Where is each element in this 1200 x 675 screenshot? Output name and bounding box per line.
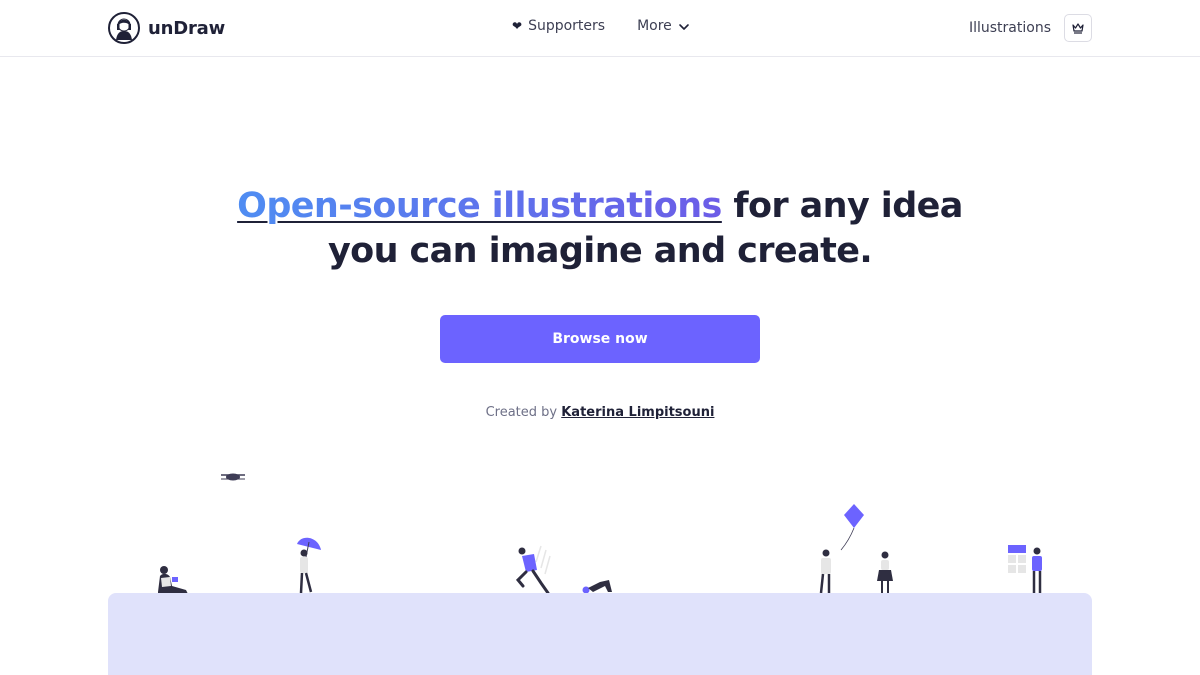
premium-button[interactable]: [1064, 14, 1092, 42]
nav-right: Illustrations: [969, 14, 1092, 42]
crown-icon: [1072, 23, 1084, 34]
running-person-figure: [515, 545, 551, 595]
hero-illustration: [158, 473, 1042, 595]
top-navbar: unDraw ❤ Supporters More Illustrations: [0, 0, 1200, 57]
nav-more-label: More: [637, 18, 672, 34]
nav-more-dropdown[interactable]: More: [637, 18, 690, 34]
nav-supporters-label: Supporters: [528, 18, 606, 34]
board-person-figure: [1008, 545, 1042, 593]
chevron-down-icon: [678, 24, 689, 30]
main-nav: ❤ Supporters More: [512, 18, 690, 34]
kite-couple-figure: [819, 504, 893, 594]
sitting-person-figure: [158, 566, 188, 594]
credit-prefix: Created by: [485, 405, 562, 420]
credit-line: Created by Katerina Limpitsouni: [0, 405, 1200, 420]
hero-title-rest: for any idea: [721, 186, 963, 226]
heart-icon: ❤: [512, 19, 523, 33]
browse-now-button[interactable]: Browse now: [440, 315, 760, 363]
author-link[interactable]: Katerina Limpitsouni: [561, 405, 714, 420]
umbrella-person-figure: [297, 537, 321, 594]
hero-title-line2: you can imagine and create.: [327, 231, 873, 271]
drone-figure: [221, 473, 245, 481]
nav-supporters-link[interactable]: ❤ Supporters: [512, 18, 605, 34]
plank-person-figure: [578, 580, 612, 595]
logo-text: unDraw: [148, 17, 226, 39]
hero-title-accent: Open-source illustrations: [237, 186, 722, 226]
logo-link[interactable]: unDraw: [108, 12, 225, 44]
hero-title: Open-source illustrations for any idea y…: [0, 184, 1200, 274]
nav-illustrations-link[interactable]: Illustrations: [969, 20, 1051, 36]
ground-panel: [108, 593, 1092, 675]
undraw-logo-icon: [108, 12, 140, 44]
